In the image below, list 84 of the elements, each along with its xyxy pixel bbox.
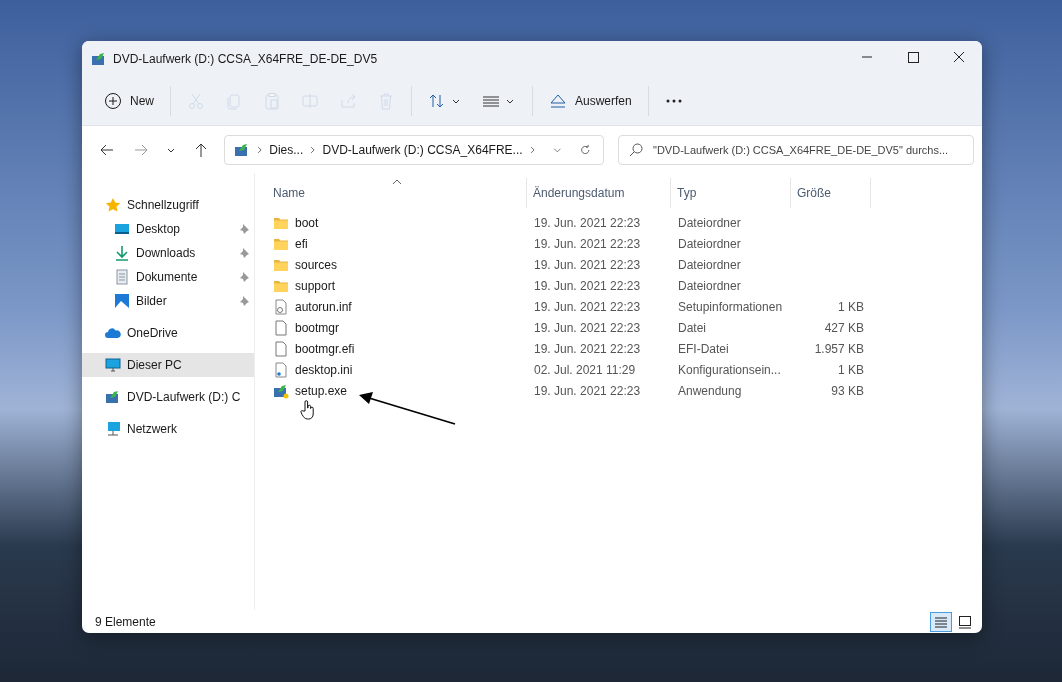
sidebar-item[interactable]: Desktop — [82, 217, 254, 241]
file-name[interactable]: efi — [295, 236, 308, 251]
pc-icon — [105, 357, 121, 373]
date-cell-text: 19. Jun. 2021 22:23 — [533, 257, 642, 272]
date-cell-text: 19. Jun. 2021 22:23 — [533, 320, 642, 335]
share-icon — [339, 92, 357, 110]
type-cell-text: Dateiordner — [677, 215, 742, 230]
document-icon — [114, 269, 130, 285]
more-icon — [665, 99, 682, 103]
size-cell: 1 KB — [838, 299, 864, 314]
breadcrumb[interactable]: Dies... — [269, 142, 304, 157]
type-cell-text: Anwendung — [677, 383, 743, 398]
drive-icon — [234, 141, 250, 158]
sidebar-item[interactable]: Netzwerk — [82, 417, 254, 441]
file-name[interactable]: sources — [295, 257, 338, 272]
item-count: 9 Elemente — [95, 614, 156, 629]
clipboard-icon — [263, 92, 281, 110]
sidebar-item[interactable]: DVD-Laufwerk (D:) C — [82, 385, 254, 409]
breadcrumb[interactable]: DVD-Laufwerk (D:) CCSA_X64FRE... — [322, 142, 523, 157]
column-header[interactable]: Name — [267, 178, 527, 208]
hand-cursor-icon — [300, 399, 316, 421]
date-cell-text: 19. Jun. 2021 22:23 — [533, 215, 642, 230]
details-list-icon — [934, 614, 948, 629]
trash-icon — [377, 92, 395, 110]
address-bar[interactable]: Dies... DVD-Laufwerk (D:) CCSA_X64FRE... — [224, 134, 604, 165]
sidebar-item[interactable]: OneDrive — [82, 321, 254, 345]
type-cell-text: Dateiordner — [677, 257, 742, 272]
star-icon — [105, 197, 121, 213]
scissors-icon — [187, 92, 205, 110]
size-cell: 1.957 KB — [814, 341, 864, 356]
date-cell-text: 19. Jun. 2021 22:23 — [533, 341, 642, 356]
settings-icon — [273, 298, 289, 315]
type-cell-text: Dateiordner — [677, 236, 742, 251]
date-cell-text: 19. Jun. 2021 22:23 — [533, 299, 642, 314]
file-name[interactable]: desktop.ini — [295, 362, 353, 377]
search-field[interactable]: "DVD-Laufwerk (D:) CCSA_X64FRE_DE-DE_DV5" durchs... — [618, 134, 974, 165]
sidebar-item[interactable]: Bilder — [82, 289, 254, 313]
type-cell-text: Setupinformationen — [677, 299, 784, 314]
ini-icon — [273, 361, 289, 378]
column-header[interactable]: Änderungsdatum — [527, 178, 671, 208]
sidebar-item[interactable]: Downloads — [82, 241, 254, 265]
file-icon — [273, 319, 289, 336]
eject-button[interactable]: Auswerfen — [541, 86, 640, 116]
download-icon — [114, 245, 130, 261]
column-header[interactable]: Typ — [671, 178, 791, 208]
network-icon — [105, 421, 121, 437]
date-cell-text: 19. Jun. 2021 22:23 — [533, 236, 642, 251]
file-name[interactable]: support — [295, 278, 336, 293]
sidebar-item[interactable]: Dieser PC — [82, 353, 254, 377]
sort-caret-icon — [392, 179, 402, 185]
size-cell: 427 KB — [824, 320, 864, 335]
rename-icon — [301, 92, 319, 110]
type-cell-text: EFI-Datei — [677, 341, 730, 356]
window-title: DVD-Laufwerk (D:) CCSA_X64FRE_DE-DE_DV5 — [113, 52, 378, 66]
cloud-icon — [105, 325, 121, 341]
file-name[interactable]: autorun.inf — [295, 299, 352, 314]
eject-icon — [549, 92, 567, 110]
details-view-button[interactable] — [930, 611, 952, 632]
date-cell-text: 02. Jul. 2021 11:29 — [533, 362, 637, 377]
size-cell: 1 KB — [838, 362, 864, 377]
plus-icon — [104, 92, 122, 110]
file-name[interactable]: boot — [295, 215, 319, 230]
drive-icon — [91, 51, 107, 67]
file-name[interactable]: bootmgr.efi — [295, 341, 355, 356]
picture-icon — [114, 293, 130, 309]
sidebar-item[interactable]: Dokumente — [82, 265, 254, 289]
file-name[interactable]: setup.exe — [295, 383, 348, 398]
exe-icon — [273, 382, 289, 399]
new-button[interactable]: New — [96, 86, 162, 116]
type-cell-text: Konfigurationsein... — [677, 362, 782, 377]
file-icon — [273, 340, 289, 357]
file-name[interactable]: bootmgr — [295, 320, 340, 335]
sidebar-item[interactable]: Schnellzugriff — [82, 193, 254, 217]
date-cell-text: 19. Jun. 2021 22:23 — [533, 383, 642, 398]
tiles-icon — [958, 614, 972, 629]
dvd-icon — [105, 389, 121, 405]
desktop-icon — [114, 221, 130, 237]
size-cell: 93 KB — [831, 383, 864, 398]
date-cell-text: 19. Jun. 2021 22:23 — [533, 278, 642, 293]
type-cell-text: Datei — [677, 320, 707, 335]
column-header[interactable]: Größe — [791, 178, 871, 208]
search-icon — [628, 141, 644, 158]
type-cell-text: Dateiordner — [677, 278, 742, 293]
sort-icon — [428, 92, 462, 110]
